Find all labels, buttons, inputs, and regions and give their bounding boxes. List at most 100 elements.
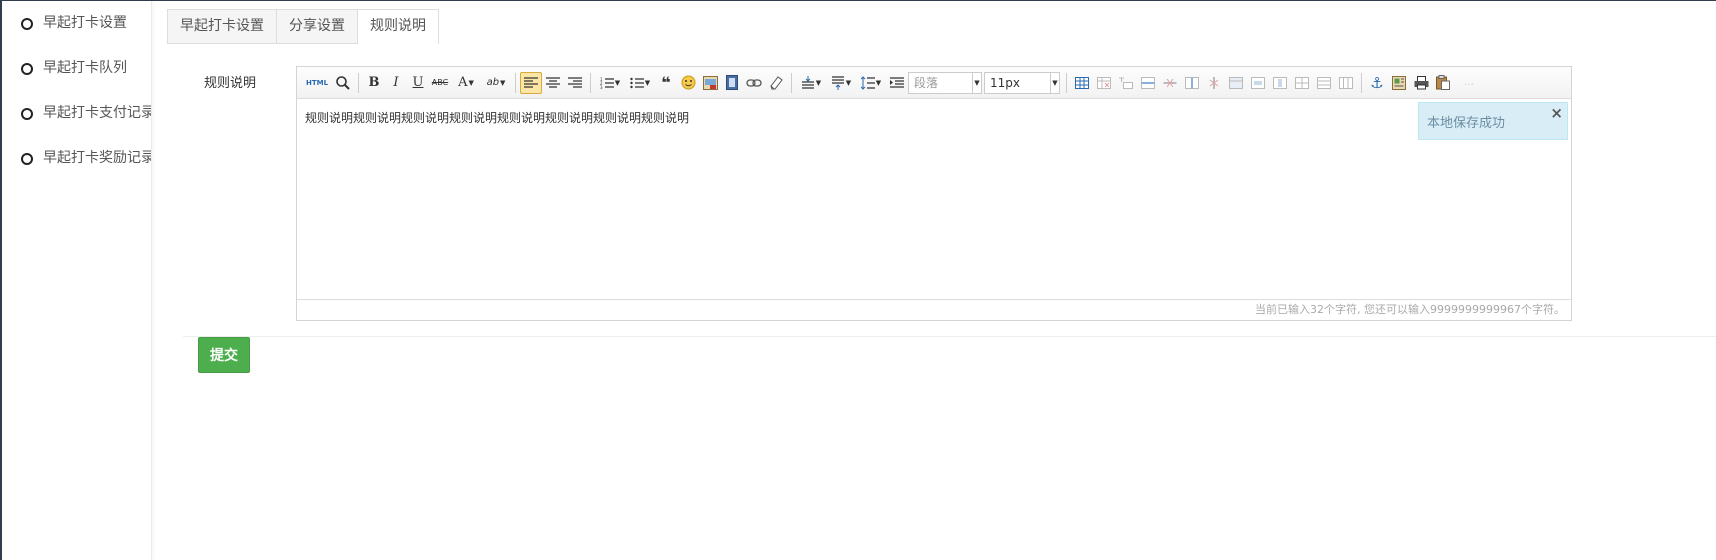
font-size-select[interactable]: 11px ▼ bbox=[984, 71, 1060, 94]
underline-icon: U bbox=[412, 75, 424, 90]
font-color-icon: A bbox=[458, 75, 468, 90]
smiley-icon bbox=[681, 75, 695, 90]
chevron-down-icon: ▼ bbox=[500, 78, 506, 87]
insert-column-button[interactable] bbox=[1181, 72, 1203, 94]
tab-share-settings[interactable]: 分享设置 bbox=[276, 9, 358, 43]
close-icon[interactable]: × bbox=[1550, 104, 1563, 122]
indent-button[interactable] bbox=[886, 72, 908, 94]
anchor-icon: ⚓ bbox=[1370, 73, 1384, 92]
template-button[interactable] bbox=[1388, 72, 1410, 94]
insert-image-button[interactable] bbox=[699, 72, 721, 94]
delete-column-button[interactable] bbox=[1203, 72, 1225, 94]
insert-link-button[interactable] bbox=[743, 72, 765, 94]
underline-button[interactable]: U bbox=[407, 72, 429, 94]
circle-icon bbox=[21, 108, 33, 120]
save-success-toast: 本地保存成功 × bbox=[1418, 102, 1568, 140]
insert-caption-button[interactable] bbox=[1115, 72, 1137, 94]
chevron-down-icon: ▼ bbox=[644, 78, 651, 87]
merge-cells-icon bbox=[1229, 76, 1243, 89]
ordered-list-button[interactable]: 1 2 3 ▼ bbox=[595, 72, 625, 94]
chevron-down-icon: ▼ bbox=[1050, 72, 1059, 93]
sidebar-item-checkin-settings[interactable]: 早起打卡设置 bbox=[2, 13, 151, 58]
preview-button[interactable] bbox=[332, 72, 354, 94]
font-color-button[interactable]: A ▼ bbox=[451, 72, 481, 94]
strikethrough-button[interactable]: ABC bbox=[429, 72, 451, 94]
delete-row-button[interactable] bbox=[1159, 72, 1181, 94]
paste-plain-button[interactable] bbox=[1432, 72, 1454, 94]
sidebar-item-label: 早起打卡奖励记录 bbox=[43, 150, 152, 166]
split-rows-button[interactable] bbox=[1313, 72, 1335, 94]
rich-text-editor: HTML B I U ABC A ▼ ab ▼ 1 2 3 ▼ ▼ ❝ ▼ ▼ ▼ 段落 ▼… bbox=[296, 66, 1572, 321]
editor-content-text: 规则说明规则说明规则说明规则说明规则说明规则说明规则说明规则说明 bbox=[305, 111, 690, 125]
split-columns-button[interactable] bbox=[1335, 72, 1357, 94]
eraser-icon bbox=[769, 76, 783, 90]
row-spacing-top-button[interactable]: ▼ bbox=[796, 72, 826, 94]
delete-table-button[interactable] bbox=[1093, 72, 1115, 94]
spacing-top-icon bbox=[801, 75, 814, 89]
sidebar-item-label: 早起打卡队列 bbox=[43, 60, 127, 76]
sidebar-item-reward-records[interactable]: 早起打卡奖励记录 bbox=[2, 148, 151, 193]
emoticon-button[interactable] bbox=[677, 72, 699, 94]
chevron-down-icon: ▼ bbox=[468, 78, 474, 87]
bold-icon: B bbox=[368, 75, 380, 90]
ordered-list-icon: 123 bbox=[600, 77, 614, 89]
align-right-button[interactable] bbox=[564, 72, 586, 94]
merge-down-icon bbox=[1273, 76, 1287, 89]
bold-button[interactable]: B bbox=[363, 72, 385, 94]
align-left-icon bbox=[524, 76, 538, 88]
submit-button[interactable]: 提交 bbox=[198, 337, 250, 373]
line-height-button[interactable]: ▼ bbox=[856, 72, 886, 94]
more-tools-button[interactable]: … bbox=[1454, 72, 1484, 94]
align-left-button[interactable] bbox=[520, 71, 542, 94]
editor-content-area[interactable]: 规则说明规则说明规则说明规则说明规则说明规则说明规则说明规则说明 本地保存成功 … bbox=[297, 99, 1571, 299]
split-cells-button[interactable] bbox=[1291, 72, 1313, 94]
circle-icon bbox=[21, 18, 33, 30]
highlight-color-button[interactable]: ab ▼ bbox=[481, 72, 511, 94]
strikethrough-icon: ABC bbox=[431, 78, 449, 87]
indent-icon bbox=[890, 76, 904, 88]
toolbar-separator bbox=[791, 72, 792, 93]
merge-right-icon bbox=[1251, 76, 1265, 89]
print-button[interactable] bbox=[1410, 72, 1432, 94]
image-icon bbox=[702, 75, 718, 90]
align-center-button[interactable] bbox=[542, 72, 564, 94]
bullet-list-icon bbox=[630, 77, 644, 88]
blockquote-button[interactable]: ❝ bbox=[655, 72, 677, 94]
chevron-down-icon: ▼ bbox=[875, 78, 882, 87]
source-html-button[interactable]: HTML bbox=[302, 72, 332, 94]
insert-column-icon bbox=[1185, 76, 1199, 89]
toolbar-separator bbox=[1066, 72, 1067, 93]
sidebar-item-payment-records[interactable]: 早起打卡支付记录 bbox=[2, 103, 151, 148]
insert-video-button[interactable] bbox=[721, 72, 743, 94]
font-size-select-value: 11px bbox=[990, 75, 1020, 90]
sidebar: 早起打卡设置 早起打卡队列 早起打卡支付记录 早起打卡奖励记录 bbox=[2, 1, 152, 560]
clear-format-button[interactable] bbox=[765, 72, 787, 94]
italic-icon: I bbox=[393, 75, 399, 90]
merge-right-button[interactable] bbox=[1247, 72, 1269, 94]
insert-row-button[interactable] bbox=[1137, 72, 1159, 94]
paragraph-select[interactable]: 段落 ▼ bbox=[908, 71, 982, 94]
tab-rules[interactable]: 规则说明 bbox=[357, 9, 439, 44]
highlight-icon: ab bbox=[486, 77, 500, 88]
merge-cells-button[interactable] bbox=[1225, 72, 1247, 94]
chevron-down-icon: ▼ bbox=[614, 78, 621, 87]
anchor-button[interactable]: ⚓ bbox=[1366, 72, 1388, 94]
insert-table-button[interactable] bbox=[1071, 72, 1093, 94]
tab-checkin-settings[interactable]: 早起打卡设置 bbox=[167, 9, 277, 43]
italic-button[interactable]: I bbox=[385, 72, 407, 94]
chevron-down-icon: ▼ bbox=[815, 78, 822, 87]
ellipsis-icon: … bbox=[1464, 77, 1474, 88]
circle-icon bbox=[21, 63, 33, 75]
sidebar-item-checkin-queue[interactable]: 早起打卡队列 bbox=[2, 58, 151, 103]
caption-icon bbox=[1119, 77, 1133, 89]
sidebar-item-label: 早起打卡设置 bbox=[43, 15, 127, 31]
merge-down-button[interactable] bbox=[1269, 72, 1291, 94]
toolbar-separator bbox=[358, 72, 359, 93]
unordered-list-button[interactable]: ▼ bbox=[625, 72, 655, 94]
window-top-border bbox=[0, 0, 1716, 1]
tab-bar: 早起打卡设置 分享设置 规则说明 bbox=[167, 9, 439, 44]
align-right-icon bbox=[568, 76, 582, 88]
rules-field-label: 规则说明 bbox=[204, 76, 257, 91]
html-icon: HTML bbox=[305, 78, 329, 87]
row-spacing-bottom-button[interactable]: ▼ bbox=[826, 72, 856, 94]
